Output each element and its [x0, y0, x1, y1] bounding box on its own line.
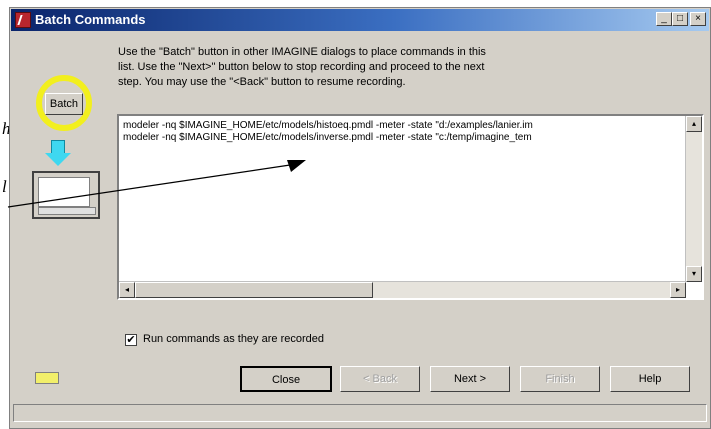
next-button[interactable]: Next >	[430, 366, 510, 392]
help-button[interactable]: Help	[610, 366, 690, 392]
run-commands-checkbox[interactable]: ✔	[125, 334, 137, 346]
command-item[interactable]: modeler -nq $IMAGINE_HOME/etc/models/inv…	[123, 132, 678, 143]
list-icon-pane	[38, 177, 90, 207]
command-list[interactable]: modeler -nq $IMAGINE_HOME/etc/models/his…	[117, 114, 704, 300]
title-bar[interactable]: Batch Commands _ □ ×	[11, 9, 709, 31]
window-title: Batch Commands	[35, 12, 146, 27]
vertical-scrollbar[interactable]: ▴ ▾	[685, 116, 702, 282]
arrow-shaft	[51, 140, 65, 154]
command-item[interactable]: modeler -nq $IMAGINE_HOME/etc/models/his…	[123, 120, 678, 131]
scroll-up-icon[interactable]: ▴	[686, 116, 702, 132]
scroll-right-icon[interactable]: ▸	[670, 282, 686, 298]
close-button[interactable]: Close	[240, 366, 332, 392]
status-bar	[13, 404, 707, 422]
horizontal-scrollbar[interactable]: ◂ ▸	[119, 281, 686, 298]
list-icon	[32, 171, 100, 219]
margin-fragment-l: l	[2, 177, 7, 196]
list-icon-scrollbar	[38, 207, 96, 215]
close-window-button[interactable]: ×	[690, 12, 706, 26]
batch-button[interactable]: Batch	[45, 93, 83, 115]
status-indicator	[35, 372, 59, 384]
imagine-app-icon	[15, 12, 31, 28]
back-button[interactable]: < Back	[340, 366, 420, 392]
instructions-text: Use the "Batch" button in other IMAGINE …	[118, 46, 486, 88]
maximize-button[interactable]: □	[672, 12, 688, 26]
minimize-button[interactable]: _	[656, 12, 672, 26]
run-commands-label[interactable]: Run commands as they are recorded	[143, 333, 324, 345]
arrow-head	[45, 153, 71, 166]
batch-illustration: Batch	[22, 63, 122, 233]
finish-button[interactable]: Finish	[520, 366, 600, 392]
horizontal-scroll-thumb[interactable]	[135, 282, 373, 298]
scroll-left-icon[interactable]: ◂	[119, 282, 135, 298]
scroll-down-icon[interactable]: ▾	[686, 266, 702, 282]
batch-commands-window: Batch Commands _ □ × Batch Use the "Batc…	[9, 7, 711, 429]
